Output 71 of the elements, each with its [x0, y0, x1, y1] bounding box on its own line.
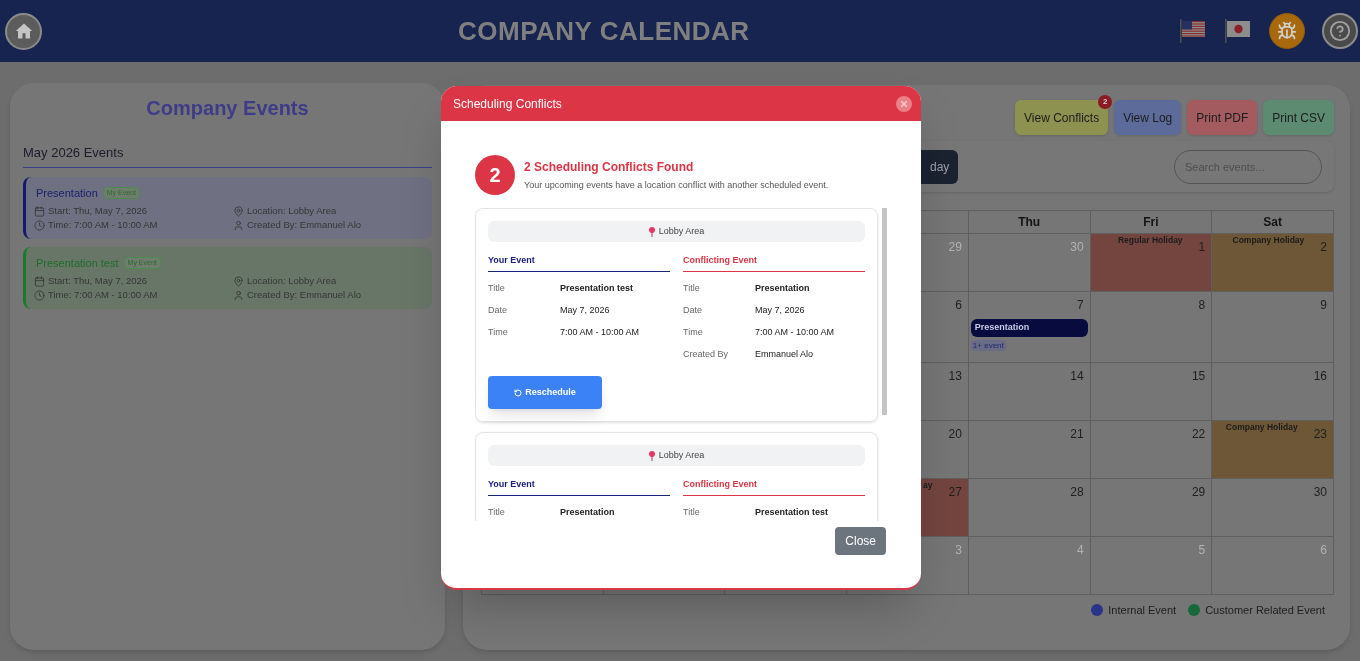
panel-title: Company Events — [145, 96, 310, 120]
day-number: 5 — [1198, 543, 1206, 557]
side-heading: Conflicting Event — [683, 479, 757, 489]
conflict-count: 2 — [475, 155, 515, 195]
event-start: Start: Thu, May 7, 2026 — [48, 273, 148, 288]
field-value: May 7, 2026 — [755, 304, 805, 316]
field-label: Time — [683, 326, 704, 338]
day-number: 7 — [1076, 298, 1084, 312]
day-number: 27 — [948, 485, 962, 499]
field-label: Title — [488, 506, 506, 518]
event-time: Time: 7:00 AM - 10:00 AM — [48, 217, 158, 232]
day-number: 13 — [948, 369, 962, 383]
day-number: 29 — [948, 240, 962, 254]
holiday-label: ay — [923, 480, 933, 491]
location-name: Lobby Area — [658, 224, 705, 238]
day-number: 6 — [955, 298, 962, 312]
field-label: Created By — [683, 348, 730, 360]
event-creator: Created By: Emmanuel Alo — [247, 217, 362, 232]
field-label: Time — [488, 326, 509, 338]
day-number: 30 — [1313, 485, 1327, 499]
field-value: 7:00 AM - 10:00 AM — [560, 326, 640, 338]
legend-label: Internal Event — [1108, 603, 1177, 617]
location-name: Lobby Area — [658, 448, 705, 462]
holiday-label: Regular Holiday — [1117, 235, 1183, 246]
day-number: 9 — [1320, 298, 1327, 312]
day-number: 30 — [1070, 240, 1084, 254]
day-number: 4 — [1076, 543, 1084, 557]
weekday-header: Thu — [968, 211, 1091, 234]
event-start: Start: Thu, May 7, 2026 — [48, 203, 148, 218]
field-label: Title — [683, 282, 701, 294]
day-number: 1 — [1198, 240, 1206, 254]
dialog-heading: 2 Scheduling Conflicts Found — [524, 159, 695, 174]
day-number: 20 — [948, 427, 962, 441]
day-number: 29 — [1191, 485, 1206, 499]
holiday-label: Company Holiday — [1225, 422, 1298, 433]
day-number: 22 — [1191, 427, 1206, 441]
event-location: Location: Lobby Area — [247, 203, 337, 218]
event-title: Presentation — [36, 185, 98, 201]
month-heading: May 2026 Events — [23, 145, 124, 160]
field-value: Presentation test — [560, 282, 634, 294]
day-number: 21 — [1070, 427, 1084, 441]
field-label: Date — [488, 304, 508, 316]
count-badge: 2 — [1098, 95, 1113, 109]
field-value: May 7, 2026 — [560, 304, 610, 316]
page-title: COMPANY CALENDAR — [458, 14, 750, 48]
day-number: 28 — [1070, 485, 1084, 499]
field-label: Title — [683, 506, 701, 518]
day-number: 15 — [1191, 369, 1206, 383]
field-value: Presentation — [560, 506, 615, 518]
day-number: 16 — [1313, 369, 1327, 383]
field-label: Title — [488, 282, 506, 294]
day-number: 14 — [1070, 369, 1084, 383]
field-value: Presentation test — [755, 506, 829, 518]
day-number: 8 — [1198, 298, 1206, 312]
side-heading: Your Event — [488, 479, 535, 489]
event-title: Presentation test — [36, 255, 119, 271]
dialog-title: Scheduling Conflicts — [453, 95, 562, 113]
side-heading: Your Event — [488, 255, 535, 265]
field-value: Emmanuel Alo — [755, 348, 814, 360]
day-number: 6 — [1320, 543, 1327, 557]
field-value: Presentation — [755, 282, 810, 294]
holiday-label: Company Holiday — [1232, 235, 1305, 246]
dialog-message: Your upcoming events have a location conflict with another scheduled event. — [524, 179, 829, 191]
day-number: 2 — [1320, 240, 1327, 254]
field-value: 7:00 AM - 10:00 AM — [755, 326, 835, 338]
field-label: Date — [683, 304, 703, 316]
side-heading: Conflicting Event — [683, 255, 757, 265]
legend-label: Customer Related Event — [1205, 603, 1325, 617]
day-number: 23 — [1313, 427, 1327, 441]
event-time: Time: 7:00 AM - 10:00 AM — [48, 287, 158, 302]
day-number: 3 — [955, 543, 962, 557]
